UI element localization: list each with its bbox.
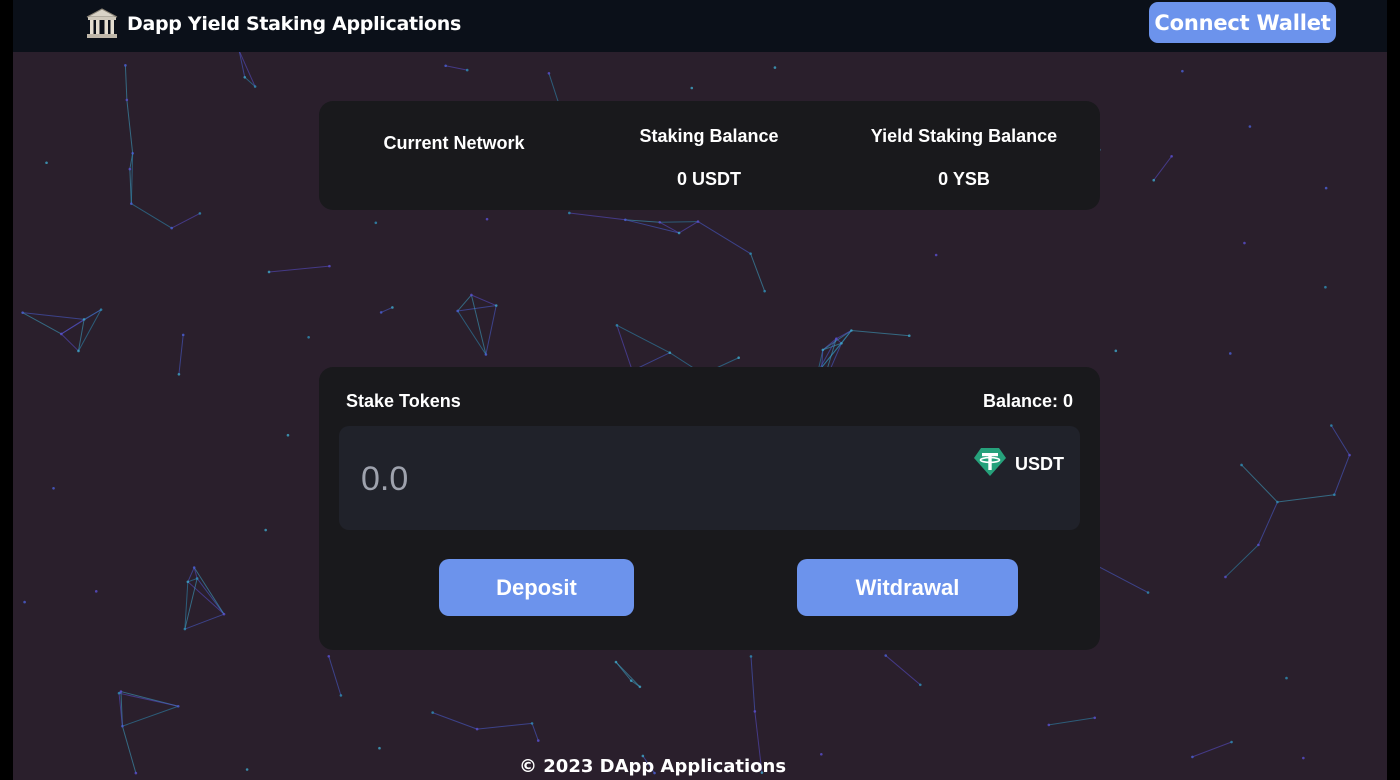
stake-panel: Stake Tokens Balance: 0 USDT Deposit Wit… — [319, 367, 1100, 650]
token-symbol: USDT — [1015, 454, 1064, 474]
current-network-label: Current Network — [383, 133, 525, 153]
yield-staking-balance-value: 0 YSB — [938, 169, 990, 189]
bank-building-icon — [85, 7, 119, 41]
stats-panel: Current Network Staking Balance 0 USDT Y… — [319, 101, 1100, 210]
tether-usdt-icon — [973, 447, 1007, 482]
stake-amount-input[interactable] — [361, 454, 921, 504]
stake-tokens-title: Stake Tokens — [346, 391, 461, 411]
staking-balance-value: 0 USDT — [676, 169, 742, 189]
top-navbar: Dapp Yield Staking Applications Connect … — [13, 0, 1387, 52]
app-title: Dapp Yield Staking Applications — [127, 13, 461, 35]
withdraw-button[interactable]: Witdrawal — [797, 559, 1018, 616]
token-selector: USDT — [973, 447, 1064, 482]
token-balance: Balance: 0 — [982, 391, 1073, 411]
footer-copyright: © 2023 DApp Applications — [519, 756, 787, 777]
amount-input-box: USDT — [339, 426, 1080, 530]
deposit-button[interactable]: Deposit — [439, 559, 634, 616]
brand[interactable]: Dapp Yield Staking Applications — [85, 6, 461, 42]
connect-wallet-button[interactable]: Connect Wallet — [1149, 2, 1336, 43]
yield-staking-balance-label: Yield Staking Balance — [870, 126, 1058, 146]
app-frame: Dapp Yield Staking Applications Connect … — [13, 0, 1387, 780]
staking-balance-label: Staking Balance — [639, 126, 779, 146]
